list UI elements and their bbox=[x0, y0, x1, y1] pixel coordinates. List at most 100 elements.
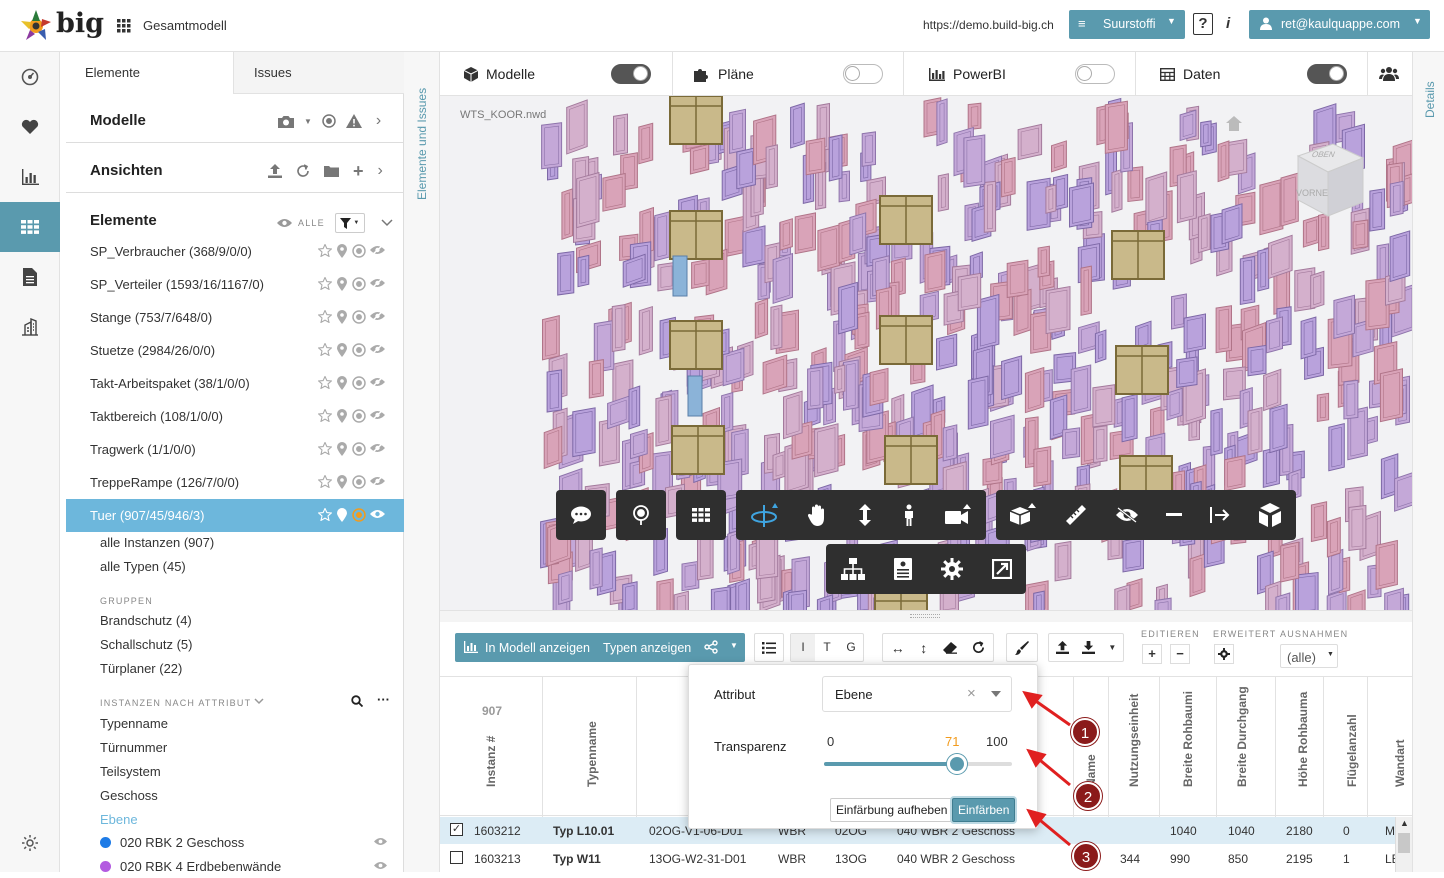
minus-icon[interactable] bbox=[1166, 513, 1182, 517]
visibility-icon[interactable] bbox=[370, 508, 385, 522]
scrollbar-thumb[interactable] bbox=[1398, 833, 1410, 853]
pin-icon[interactable] bbox=[336, 310, 348, 324]
paint-button[interactable] bbox=[1006, 633, 1038, 662]
chevron-right-icon[interactable]: › bbox=[378, 162, 383, 180]
building-icon[interactable] bbox=[0, 302, 60, 352]
apps-grid-icon[interactable] bbox=[117, 19, 131, 33]
model-viewer[interactable]: WTS_KOOR.nwd OBEN VORNE bbox=[440, 96, 1412, 610]
apply-colorize-button[interactable]: Einfärben bbox=[952, 798, 1016, 822]
visibility-icon[interactable] bbox=[370, 310, 385, 324]
measure-icon[interactable] bbox=[1064, 503, 1088, 527]
chevron-down-icon[interactable] bbox=[381, 219, 393, 227]
caret-down-icon[interactable] bbox=[991, 691, 1001, 697]
export-icon[interactable] bbox=[1210, 505, 1230, 525]
settings-icon[interactable] bbox=[940, 558, 963, 580]
walk-icon[interactable] bbox=[902, 504, 916, 526]
star-icon[interactable] bbox=[318, 244, 332, 258]
structure-icon[interactable] bbox=[840, 558, 865, 580]
element-category-row[interactable]: SP_Verbraucher (368/9/0/0) bbox=[66, 235, 404, 268]
target-icon[interactable] bbox=[352, 277, 366, 291]
camera-icon[interactable] bbox=[278, 115, 294, 128]
download-icon[interactable] bbox=[1082, 641, 1096, 654]
add-button[interactable]: + bbox=[1142, 644, 1162, 664]
eye-icon[interactable] bbox=[277, 218, 292, 228]
dashboard-icon[interactable] bbox=[0, 52, 60, 102]
viewcube-front-label[interactable]: VORNE bbox=[1296, 188, 1328, 198]
users-icon[interactable] bbox=[1379, 66, 1399, 81]
group-item[interactable]: Türplaner (22) bbox=[100, 661, 182, 676]
big-logo-icon[interactable] bbox=[18, 8, 54, 44]
target-icon[interactable] bbox=[352, 310, 366, 324]
element-category-row[interactable]: Takt-Arbeitspaket (38/1/0/0) bbox=[66, 367, 404, 400]
caret-down-icon[interactable]: ▼ bbox=[304, 117, 312, 126]
star-icon[interactable] bbox=[318, 409, 332, 423]
table-scrollbar[interactable]: ▲ bbox=[1395, 817, 1412, 872]
visibility-icon[interactable] bbox=[370, 409, 385, 423]
attribute-item[interactable]: Teilsystem bbox=[100, 764, 161, 779]
folder-icon[interactable] bbox=[324, 165, 339, 177]
ebene-value-item[interactable]: 020 RBK 4 Erdbebenwände bbox=[100, 858, 404, 878]
details-strip[interactable]: Details bbox=[1412, 52, 1444, 872]
properties-icon[interactable] bbox=[893, 558, 912, 580]
details-label[interactable]: Details bbox=[1423, 81, 1437, 118]
pin-icon[interactable] bbox=[336, 409, 348, 423]
element-category-row[interactable]: Stange (753/7/648/0) bbox=[66, 301, 404, 334]
heart-icon[interactable] bbox=[0, 102, 60, 152]
row-checkbox[interactable]: ✓ bbox=[450, 823, 463, 836]
slider-handle[interactable] bbox=[947, 754, 968, 774]
show-types-button[interactable]: Typen anzeigen bbox=[603, 641, 691, 655]
visibility-icon[interactable] bbox=[370, 475, 385, 489]
visibility-icon[interactable] bbox=[370, 376, 385, 390]
col-header-typenname[interactable]: Typenname bbox=[585, 721, 599, 787]
powerbi-toggle[interactable] bbox=[1075, 64, 1115, 84]
view-g-button[interactable]: G bbox=[839, 634, 863, 661]
col-header-breite-durchgang[interactable]: Breite Durchgang bbox=[1235, 686, 1249, 787]
view-t-button[interactable]: T bbox=[815, 634, 839, 661]
tab-powerbi[interactable]: PowerBI bbox=[929, 52, 1006, 96]
bar-chart-icon[interactable] bbox=[0, 152, 60, 202]
user-dropdown[interactable]: ret@kaulquappe.com ▼ bbox=[1249, 10, 1430, 39]
col-header-fluegelanzahl[interactable]: Flügelanzahl bbox=[1345, 714, 1359, 787]
transparenz-slider[interactable] bbox=[824, 754, 1012, 774]
element-category-row[interactable]: Taktbereich (108/1/0/0) bbox=[66, 400, 404, 433]
logo-text[interactable]: big bbox=[56, 8, 104, 39]
col-header-breite-rohbau[interactable]: Breite Rohbaumi bbox=[1181, 691, 1195, 787]
element-category-row[interactable]: Stuetze (2984/26/0/0) bbox=[66, 334, 404, 367]
ansichten-title[interactable]: Ansichten bbox=[90, 162, 163, 179]
star-icon[interactable] bbox=[318, 508, 332, 522]
target-icon[interactable] bbox=[352, 376, 366, 390]
plus-icon[interactable]: + bbox=[353, 162, 364, 180]
more-icon[interactable]: ··· bbox=[377, 692, 390, 707]
attribute-item[interactable]: Türnummer bbox=[100, 740, 167, 755]
warning-icon[interactable] bbox=[345, 114, 362, 128]
filter-all-label[interactable]: ALLE bbox=[298, 218, 325, 228]
col-header-wandart[interactable]: Wandart bbox=[1393, 739, 1407, 787]
document-icon[interactable] bbox=[0, 252, 60, 302]
star-icon[interactable] bbox=[318, 475, 332, 489]
clear-icon[interactable]: × bbox=[967, 685, 976, 702]
target-icon[interactable] bbox=[352, 442, 366, 456]
pin-icon[interactable] bbox=[336, 343, 348, 357]
group-item[interactable]: Schallschutz (5) bbox=[100, 637, 192, 652]
target-icon[interactable] bbox=[352, 508, 366, 522]
refresh-icon[interactable] bbox=[296, 164, 310, 178]
tab-plaene[interactable]: Pläne bbox=[694, 52, 754, 96]
col-header-nutzungseinheit[interactable]: Nutzungseinheit bbox=[1127, 694, 1141, 787]
zoom-icon[interactable] bbox=[858, 504, 872, 526]
group-item[interactable]: Brandschutz (4) bbox=[100, 613, 192, 628]
resize-v-icon[interactable]: ↕ bbox=[920, 640, 927, 656]
advanced-settings-button[interactable] bbox=[1214, 644, 1234, 664]
eye-icon[interactable] bbox=[374, 837, 387, 846]
daten-toggle[interactable] bbox=[1307, 64, 1347, 84]
plaene-toggle[interactable] bbox=[843, 64, 883, 84]
row-checkbox[interactable] bbox=[450, 851, 463, 864]
pan-icon[interactable] bbox=[808, 504, 828, 526]
pin-icon[interactable] bbox=[336, 277, 348, 291]
upload-icon[interactable] bbox=[268, 164, 282, 178]
orbit-icon[interactable] bbox=[750, 502, 779, 528]
target-icon[interactable] bbox=[352, 343, 366, 357]
modelle-toggle[interactable] bbox=[611, 64, 651, 84]
tab-issues[interactable]: Issues bbox=[234, 52, 404, 94]
grid-icon[interactable] bbox=[0, 202, 60, 252]
list-view-button[interactable] bbox=[754, 633, 784, 662]
